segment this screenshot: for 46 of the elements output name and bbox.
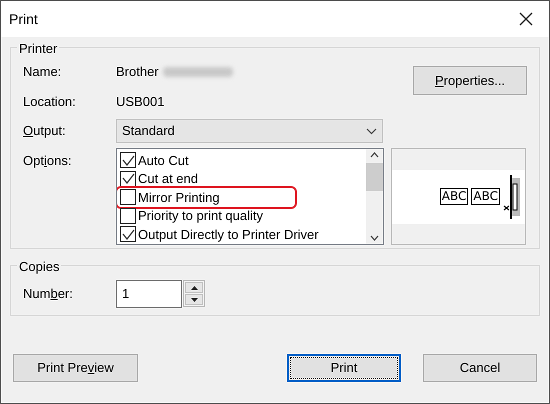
option-item[interactable]: Auto Cut — [120, 151, 366, 170]
spin-up-button[interactable] — [185, 282, 203, 293]
spinner[interactable] — [183, 280, 205, 307]
option-label: Cut at end — [138, 170, 198, 188]
window-title: Print — [9, 10, 38, 28]
printer-name: Brother — [116, 63, 159, 81]
chevron-down-icon — [366, 128, 377, 134]
label-preview: ABC — [471, 188, 500, 205]
scroll-down-icon[interactable] — [370, 235, 379, 241]
scroll-thumb[interactable] — [366, 162, 383, 190]
number-label: Number: — [23, 284, 74, 303]
options-label: Options: — [23, 152, 72, 170]
output-dropdown[interactable]: Standard — [116, 119, 383, 143]
checkbox[interactable] — [120, 170, 136, 187]
label-preview: ABC — [440, 188, 468, 205]
dialog-button[interactable]: Print — [287, 354, 401, 382]
number-field[interactable]: 1 — [116, 280, 182, 308]
triangle-down-icon — [190, 298, 198, 302]
checkmark-icon — [122, 173, 134, 184]
scrollbar[interactable] — [366, 149, 383, 244]
dialog-button[interactable]: Cancel — [423, 354, 537, 382]
location-value: USB001 — [116, 92, 164, 110]
option-label: Output Directly to Printer Driver — [138, 226, 319, 244]
location-label: Location: — [23, 92, 77, 110]
checkbox[interactable] — [120, 152, 136, 168]
checkmark-icon — [122, 154, 134, 166]
option-item[interactable]: Output Directly to Printer Driver — [120, 225, 366, 244]
option-label: Auto Cut — [138, 152, 189, 170]
name-label: Name: — [23, 63, 62, 81]
close-icon[interactable] — [519, 12, 533, 26]
dialog-button[interactable]: Print Preview — [13, 354, 138, 382]
option-item[interactable]: Priority to print quality — [120, 206, 366, 225]
checkmark-icon — [122, 228, 134, 240]
checkbox[interactable] — [120, 189, 136, 206]
properties-button[interactable]: Properties... — [413, 66, 527, 95]
checkbox[interactable] — [120, 226, 136, 242]
output-label: Output: — [23, 122, 67, 140]
option-label: Priority to print quality — [138, 207, 263, 225]
option-item[interactable]: Cut at end — [120, 170, 366, 188]
cutter-icon — [503, 174, 521, 220]
checkbox[interactable] — [120, 208, 136, 224]
triangle-up-icon — [190, 286, 198, 290]
option-item[interactable]: Mirror Printing — [117, 188, 295, 206]
scroll-up-icon[interactable] — [370, 152, 379, 158]
spin-down-button[interactable] — [185, 294, 203, 305]
option-label: Mirror Printing — [138, 188, 220, 207]
